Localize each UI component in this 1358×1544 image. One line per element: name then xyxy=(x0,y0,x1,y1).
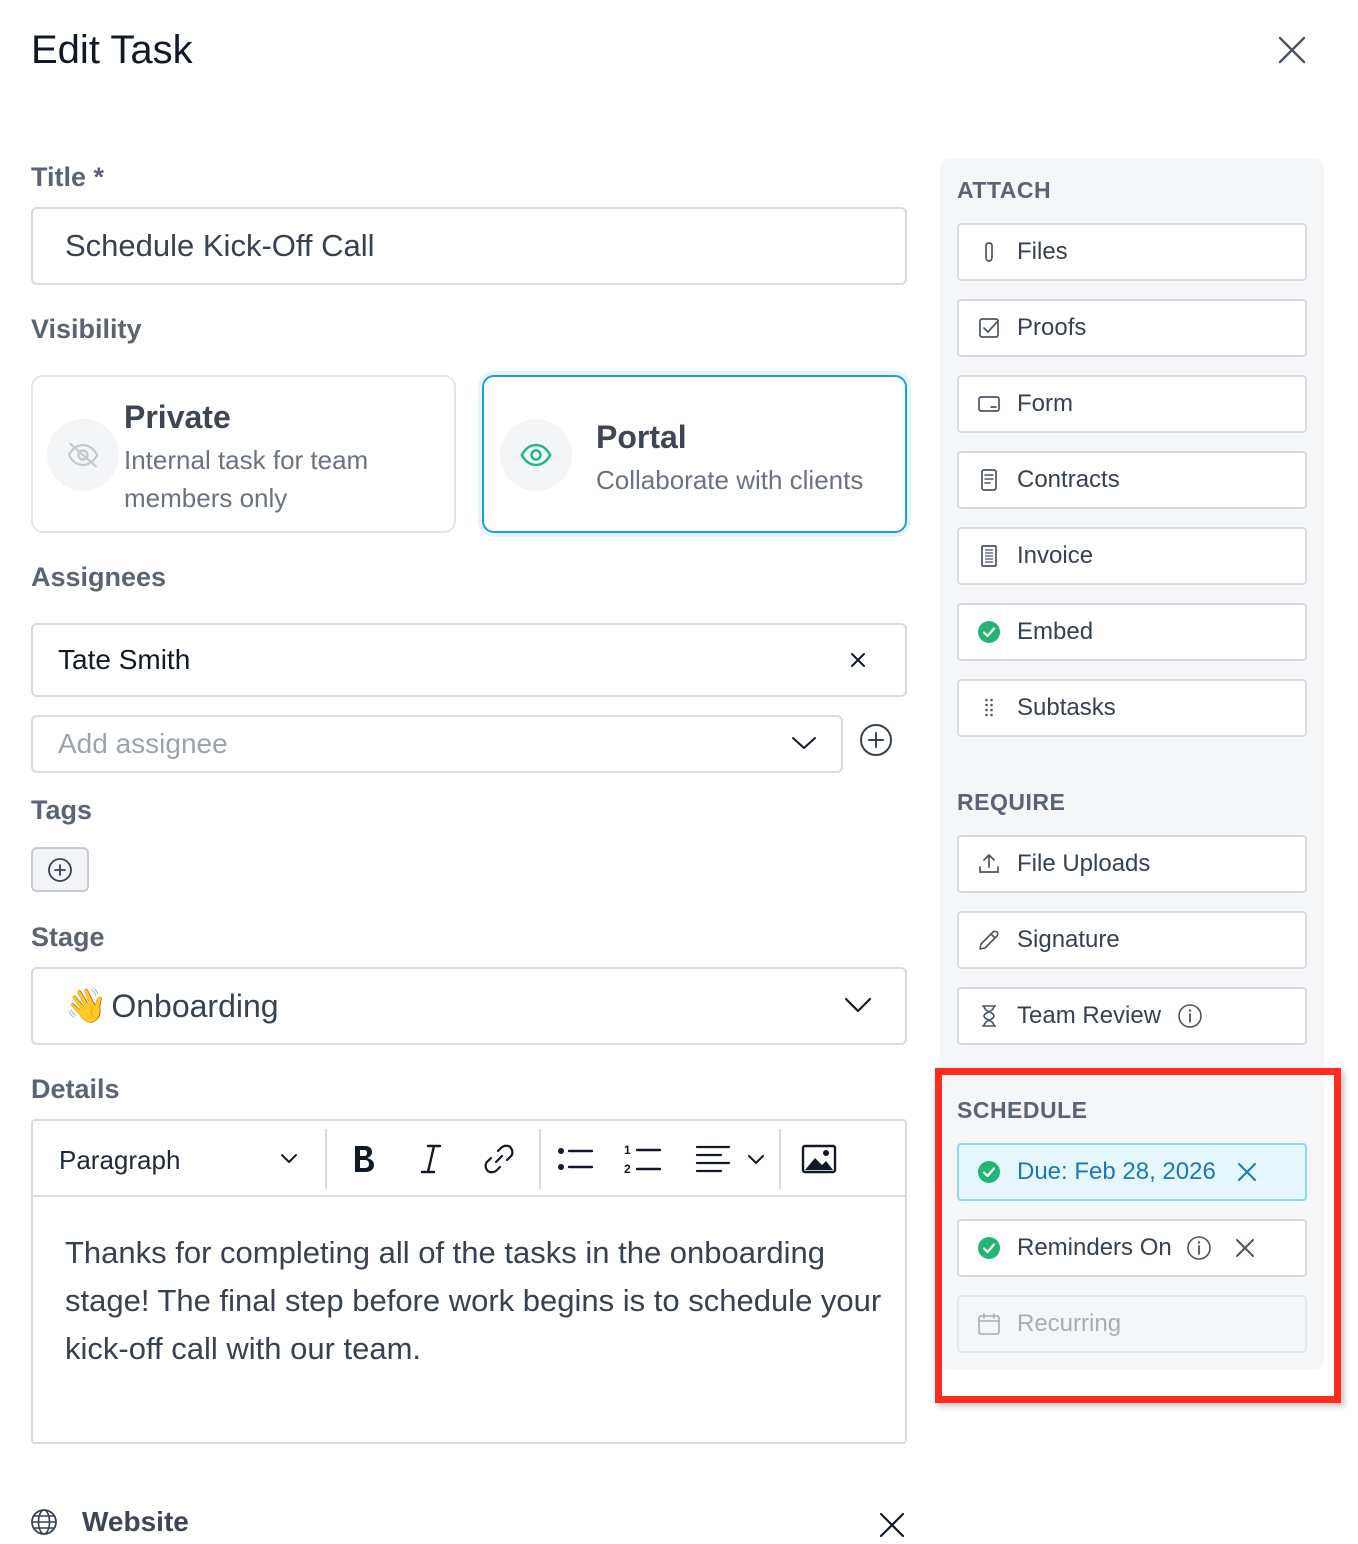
portal-description: Collaborate with clients xyxy=(596,465,864,495)
require-signature-button[interactable]: Signature xyxy=(957,911,1307,969)
chevron-down-icon xyxy=(792,737,816,749)
chevron-down-icon xyxy=(844,997,872,1013)
dialog-title: Edit Task xyxy=(31,28,193,72)
attach-invoice-button[interactable]: Invoice xyxy=(957,527,1307,585)
chevron-down-icon xyxy=(281,1154,297,1163)
info-icon[interactable] xyxy=(1186,1235,1212,1261)
plus-circle-icon xyxy=(48,857,72,882)
checkbox-icon xyxy=(977,316,1001,340)
italic-button[interactable] xyxy=(411,1139,451,1179)
eye-off-icon xyxy=(47,419,119,491)
require-file-uploads-button[interactable]: File Uploads xyxy=(957,835,1307,893)
schedule-heading: SCHEDULE xyxy=(957,1097,1088,1123)
bold-button[interactable] xyxy=(344,1139,384,1179)
align-left-icon xyxy=(695,1145,764,1173)
editor-toolbar: Paragraph 1 2 xyxy=(33,1121,905,1197)
tags-label: Tags xyxy=(31,795,93,825)
globe-icon xyxy=(31,1509,57,1535)
invoice-icon xyxy=(977,544,1001,568)
visibility-label: Visibility xyxy=(31,314,142,344)
stage-select[interactable]: 👋 Onboarding xyxy=(31,967,907,1045)
attach-form-button[interactable]: Form xyxy=(957,375,1307,433)
details-label: Details xyxy=(31,1074,120,1104)
bold-icon xyxy=(355,1146,374,1172)
attach-embed-button[interactable]: Embed xyxy=(957,603,1307,661)
visibility-private-option[interactable]: Private Internal task for team members o… xyxy=(31,375,456,533)
private-title: Private xyxy=(124,399,231,435)
visibility-portal-option[interactable]: Portal Collaborate with clients xyxy=(482,375,907,533)
block-format-select[interactable]: Paragraph xyxy=(59,1145,180,1176)
private-description: Internal task for team members only xyxy=(124,445,369,513)
title-input[interactable]: Schedule Kick-Off Call xyxy=(31,207,907,285)
form-icon xyxy=(977,392,1001,416)
svg-text:1: 1 xyxy=(624,1143,631,1157)
reminders-button[interactable]: Reminders On xyxy=(957,1219,1307,1277)
attach-files-button[interactable]: Files xyxy=(957,223,1307,281)
attach-contracts-button[interactable]: Contracts xyxy=(957,451,1307,509)
italic-icon xyxy=(420,1144,442,1174)
pen-icon xyxy=(977,928,1001,952)
bullet-list-icon xyxy=(558,1148,594,1170)
calendar-icon xyxy=(977,1312,1001,1336)
link-icon xyxy=(484,1144,514,1174)
info-icon[interactable] xyxy=(1177,1003,1203,1029)
require-heading: REQUIRE xyxy=(957,789,1066,815)
check-circle-icon xyxy=(977,1160,1001,1184)
close-icon[interactable] xyxy=(1276,34,1308,66)
assignees-label: Assignees xyxy=(31,562,167,592)
website-label: Website xyxy=(82,1506,189,1537)
assignee-chip: Tate Smith xyxy=(31,623,907,697)
numbered-list-icon: 1 2 xyxy=(624,1143,662,1176)
align-button[interactable] xyxy=(693,1139,773,1179)
eye-icon xyxy=(500,419,572,491)
title-label: Title * xyxy=(31,162,105,192)
bullet-list-button[interactable] xyxy=(555,1139,595,1179)
remove-due-date-icon[interactable] xyxy=(1236,1161,1258,1183)
rich-text-editor[interactable]: Paragraph 1 2 Thanks for completing all … xyxy=(31,1119,907,1444)
numbered-list-button[interactable]: 1 2 xyxy=(623,1139,663,1179)
editor-content[interactable]: Thanks for completing all of the tasks i… xyxy=(65,1229,895,1373)
hourglass-icon xyxy=(977,1004,1001,1028)
website-row: Website xyxy=(30,1506,189,1538)
due-date-button[interactable]: Due: Feb 28, 2026 xyxy=(957,1143,1307,1201)
portal-title: Portal xyxy=(596,419,687,455)
image-icon xyxy=(801,1144,837,1174)
remove-assignee-icon[interactable] xyxy=(847,649,869,671)
stage-value: Onboarding xyxy=(111,987,279,1024)
document-icon xyxy=(977,468,1001,492)
svg-text:2: 2 xyxy=(624,1162,631,1176)
add-tag-button[interactable] xyxy=(31,847,89,892)
upload-icon xyxy=(977,852,1001,876)
attach-proofs-button[interactable]: Proofs xyxy=(957,299,1307,357)
link-button[interactable] xyxy=(479,1139,519,1179)
remove-website-icon[interactable] xyxy=(878,1511,906,1539)
insert-image-button[interactable] xyxy=(799,1139,839,1179)
attach-subtasks-button[interactable]: Subtasks xyxy=(957,679,1307,737)
stage-label: Stage xyxy=(31,922,105,952)
attach-heading: ATTACH xyxy=(957,177,1052,203)
check-circle-icon xyxy=(977,1236,1001,1260)
waving-hand-icon: 👋 xyxy=(65,987,108,1025)
add-assignee-button[interactable] xyxy=(859,723,893,757)
paperclip-icon xyxy=(977,240,1001,264)
remove-reminders-icon[interactable] xyxy=(1234,1237,1256,1259)
drag-handle-icon xyxy=(977,696,1001,720)
require-team-review-button[interactable]: Team Review xyxy=(957,987,1307,1045)
add-assignee-select[interactable]: Add assignee xyxy=(31,715,843,773)
check-circle-icon xyxy=(977,620,1001,644)
recurring-button[interactable]: Recurring xyxy=(957,1295,1307,1353)
